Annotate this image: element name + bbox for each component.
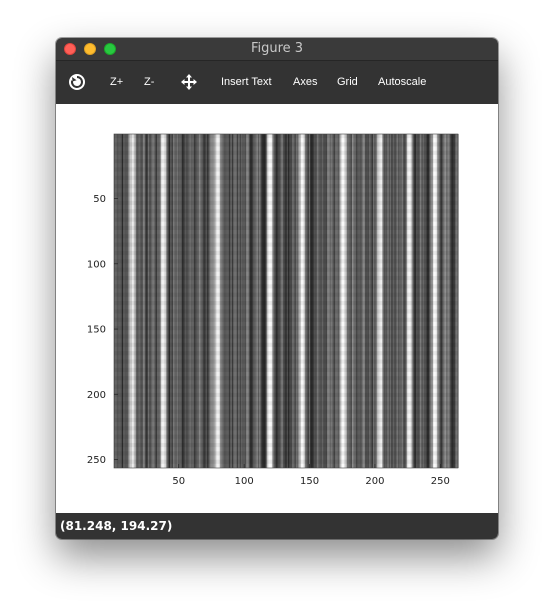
heatmap-texture-row <box>114 217 458 222</box>
heatmap-texture-row <box>114 409 458 414</box>
heatmap-texture-row <box>114 309 458 314</box>
reset-view-button[interactable] <box>68 73 86 91</box>
y-tick-label: 100 <box>87 259 106 270</box>
grid-button[interactable]: Grid <box>337 61 358 104</box>
heatmap-texture-row <box>114 334 458 339</box>
heatmap-texture-row <box>114 442 458 448</box>
heatmap-texture-row <box>114 434 458 439</box>
heatmap-image[interactable] <box>114 134 459 468</box>
heatmap-texture-row <box>114 417 458 423</box>
heatmap-texture-row <box>114 376 458 381</box>
heatmap-texture-row <box>114 426 458 431</box>
x-tick-label: 50 <box>172 476 185 487</box>
heatmap-texture-row <box>114 134 458 139</box>
window-title: Figure 3 <box>250 41 304 56</box>
heatmap-texture-row <box>114 267 458 272</box>
heatmap-texture-row <box>114 234 458 239</box>
heatmap-texture-row <box>114 359 458 364</box>
y-tick-label: 50 <box>93 194 106 205</box>
heatmap-texture-row <box>114 459 458 464</box>
heatmap-texture-row <box>114 242 458 247</box>
figure-window: Figure 3 Z+ Z- Insert Text Axes Grid Aut… <box>56 38 498 539</box>
zoom-in-button[interactable]: Z+ <box>110 61 123 104</box>
heatmap-texture-row <box>114 292 458 297</box>
heatmap-texture-row <box>114 259 458 264</box>
heatmap-texture-row <box>114 184 458 189</box>
zoom-out-button[interactable]: Z- <box>144 61 154 104</box>
x-tick-label: 250 <box>431 476 450 487</box>
heatmap-texture-row <box>114 284 458 289</box>
heatmap-texture-row <box>114 367 458 372</box>
y-tick-label: 150 <box>87 325 106 336</box>
heatmap-texture-row <box>114 351 458 356</box>
plot-area[interactable]: 50 100 150 200 250 50 100 150 200 250 <box>56 104 498 513</box>
move-arrows-icon <box>181 74 197 90</box>
heatmap-texture-row <box>114 317 458 322</box>
heatmap-texture-row <box>114 275 458 281</box>
toolbar: Z+ Z- Insert Text Axes Grid Autoscale <box>56 61 498 104</box>
insert-text-button[interactable]: Insert Text <box>221 61 272 104</box>
heatmap-texture-row <box>114 159 458 164</box>
y-axis: 50 100 150 200 250 <box>87 194 118 466</box>
heatmap-texture-row <box>114 200 458 205</box>
heatmap-texture-row <box>114 150 458 155</box>
status-bar: (81.248, 194.27) <box>56 513 498 539</box>
rotate-reset-icon <box>69 74 85 90</box>
heatmap-texture-row <box>114 451 458 456</box>
x-tick-label: 150 <box>300 476 319 487</box>
autoscale-button[interactable]: Autoscale <box>378 61 426 104</box>
title-bar[interactable]: Figure 3 <box>56 38 498 61</box>
heatmap-texture-row <box>114 167 458 172</box>
heatmap-texture-row <box>114 142 458 147</box>
heatmap-texture-row <box>114 401 458 406</box>
heatmap-texture-row <box>114 301 458 306</box>
axes-button[interactable]: Axes <box>293 61 317 104</box>
heatmap-texture-row <box>114 209 458 214</box>
x-tick-label: 200 <box>365 476 384 487</box>
y-tick-label: 200 <box>87 390 106 401</box>
y-tick-label: 250 <box>87 455 106 466</box>
heatmap-texture-row <box>114 250 458 256</box>
heatmap-chart[interactable]: 50 100 150 200 250 50 100 150 200 250 <box>56 104 498 513</box>
heatmap-texture-row <box>114 225 458 231</box>
heatmap-texture-row <box>114 192 458 197</box>
heatmap-texture-row <box>114 392 458 398</box>
cursor-coordinates: (81.248, 194.27) <box>60 519 173 533</box>
heatmap-texture-row <box>114 342 458 347</box>
heatmap-texture-row <box>114 326 458 331</box>
heatmap-texture-row <box>114 175 458 180</box>
heatmap-texture-row <box>114 384 458 389</box>
pan-button[interactable] <box>180 73 198 91</box>
x-tick-label: 100 <box>235 476 254 487</box>
